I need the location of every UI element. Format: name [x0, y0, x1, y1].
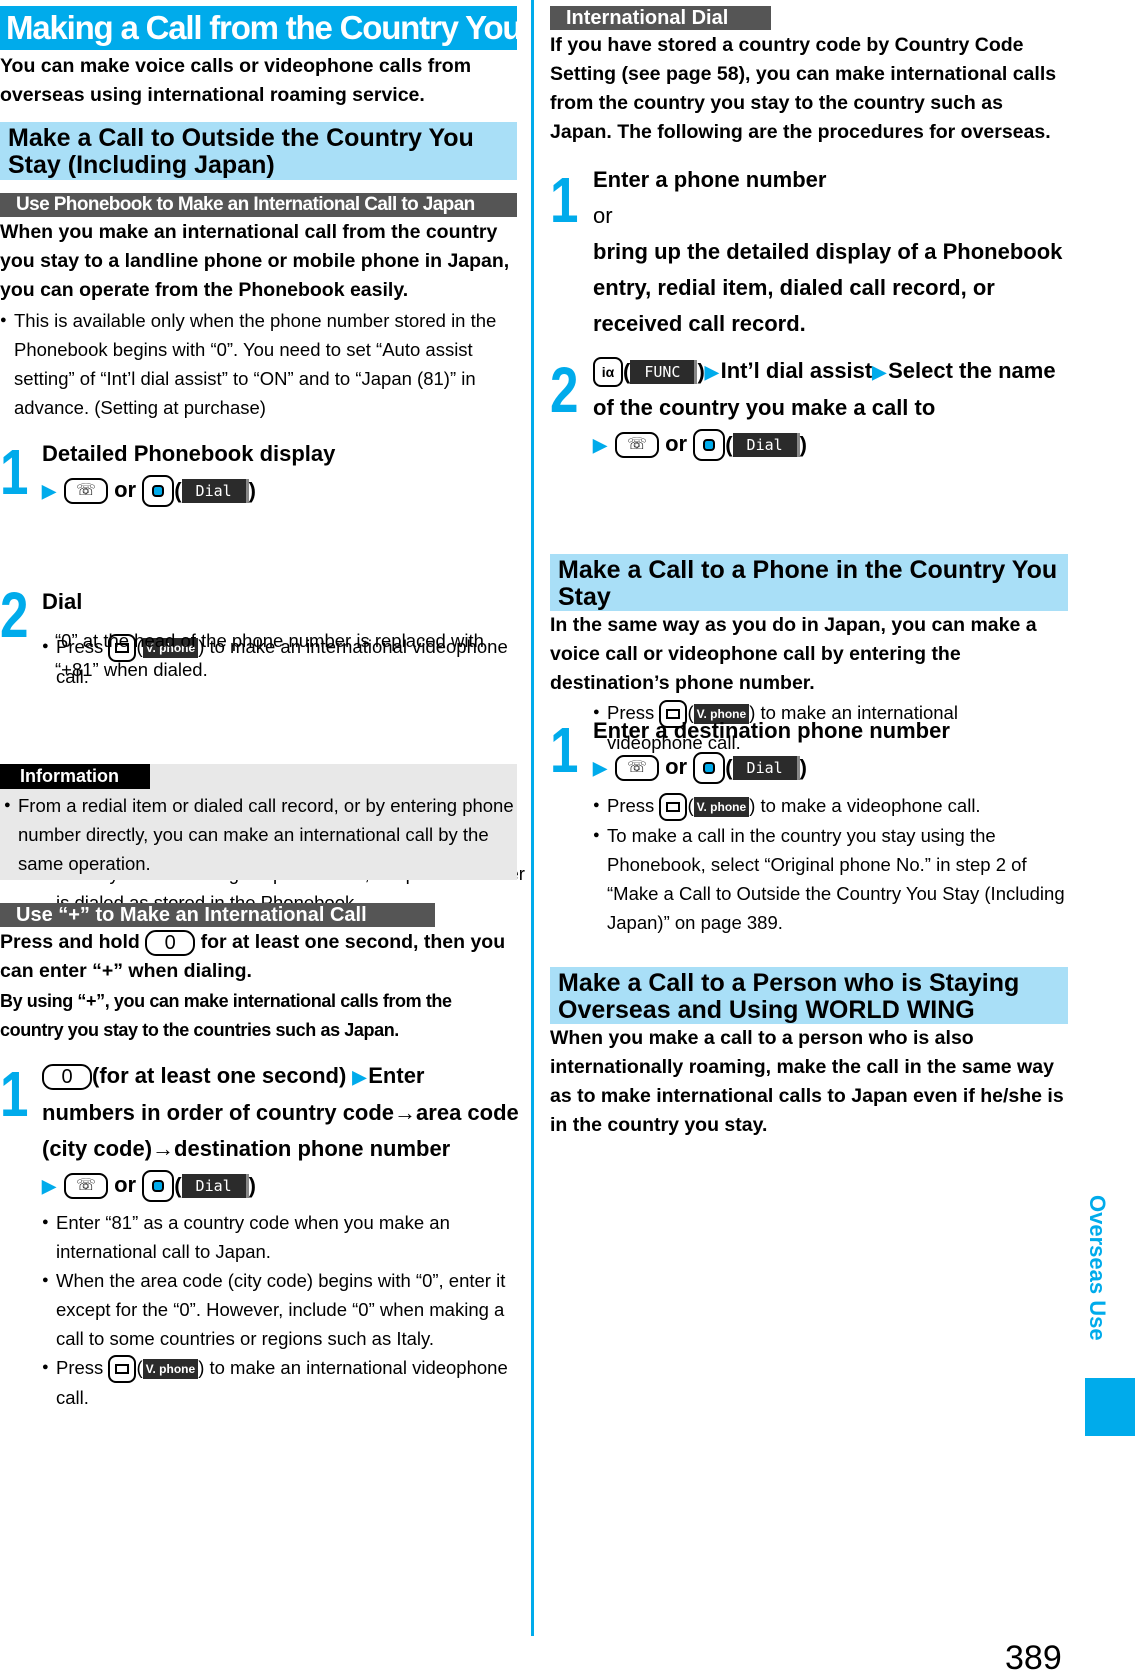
information-bullet: From a redial item or dialed call record… [4, 791, 518, 878]
step-number-1-plus: 1 [0, 1058, 29, 1130]
section-heading-outside-country: Make a Call to Outside the Country You S… [0, 122, 517, 180]
side-tab-marker [1085, 1378, 1135, 1436]
phonebook-lead: When you make an international call from… [0, 221, 510, 301]
subheading-plus: Use “+” to Make an International Call [0, 903, 435, 927]
step2-text: Dial [42, 589, 83, 614]
section-heading-world-wing: Make a Call to a Person who is Staying O… [550, 967, 1068, 1024]
plus-bullet-1: Enter “81” as a country code when you ma… [42, 1208, 517, 1266]
column-divider [531, 0, 534, 1636]
mail-key-icon[interactable] [108, 1355, 137, 1384]
intl-step2: iα(FUNC)▶Int’l dial assist▶Select the na… [593, 353, 1068, 463]
intl-step1: Enter a phone number or bring up the det… [593, 167, 1063, 336]
local-lead: In the same way as you do in Japan, you … [550, 614, 1037, 694]
step-number-2: 2 [0, 579, 29, 651]
step2-body: “0” at the head of the phone number is r… [55, 630, 484, 680]
arrow-icon: ▶ [593, 435, 607, 456]
local-bullet-2: To make a call in the country you stay u… [593, 821, 1068, 937]
information-box: Information From a redial item or dialed… [0, 764, 517, 880]
vphone-softkey[interactable]: V. phone [142, 1359, 199, 1380]
plus-step1-keys: ▶ ☏ or (Dial) [42, 1167, 522, 1204]
section-heading-local: Make a Call to a Phone in the Country Yo… [550, 554, 1068, 611]
plus-bullet-2: When the area code (city code) begins wi… [42, 1266, 517, 1353]
step1-detail: Detailed Phonebook display ▶ ☏ or (Dial) [42, 436, 512, 509]
func-softkey[interactable]: FUNC [630, 360, 698, 385]
arrow-icon: ▶ [352, 1067, 367, 1088]
step1-text: Detailed Phonebook display [42, 441, 336, 466]
dial-softkey[interactable]: Dial [181, 1174, 249, 1199]
dial-softkey[interactable]: Dial [732, 756, 800, 781]
page-title: Making a Call from the Country You Stay [0, 6, 595, 50]
step-number-1-right: 1 [550, 164, 579, 236]
arrow-icon: ▶ [42, 481, 56, 502]
call-key-icon[interactable]: ☏ [63, 1173, 108, 1200]
phonebook-note: This is available only when the phone nu… [0, 306, 519, 422]
call-key-icon[interactable]: ☏ [614, 432, 659, 459]
information-label: Information [0, 764, 150, 789]
call-key-icon[interactable]: ☏ [63, 478, 108, 505]
plus-lead-2: By using “+”, you can make international… [0, 991, 452, 1040]
zero-key-icon[interactable]: 0 [145, 929, 196, 956]
subheading-phonebook: Use Phonebook to Make an International C… [0, 193, 517, 217]
arrow-icon: ▶ [704, 362, 719, 383]
call-key-icon[interactable]: ☏ [614, 755, 659, 782]
step-number-1-local: 1 [550, 714, 579, 786]
local-step1-bullets: Press (V. phone) to make a videophone ca… [593, 791, 1068, 937]
step1-keys: ▶ ☏ or (Dial) [42, 472, 512, 509]
step-number-2-right: 2 [550, 354, 579, 426]
subheading-international-dial: International Dial [550, 6, 771, 30]
local-step1: Enter a destination phone number ▶ ☏ or … [593, 713, 1063, 786]
intro-text: You can make voice calls or videophone c… [0, 55, 472, 106]
center-key-icon[interactable] [142, 475, 175, 508]
i-alpha-key-icon[interactable]: iα [593, 357, 623, 388]
arrow-icon: ▶ [593, 758, 607, 779]
center-key-icon[interactable] [693, 429, 726, 462]
or-text: or [114, 477, 137, 502]
vphone-softkey[interactable]: V. phone [693, 797, 750, 818]
plus-bullet-vphone: Press (V. phone) to make an internationa… [42, 1353, 517, 1412]
center-key-icon[interactable] [142, 1170, 175, 1203]
center-key-icon[interactable] [693, 752, 726, 785]
plus-step1-bullets: Enter “81” as a country code when you ma… [42, 1208, 517, 1412]
step-number-1: 1 [0, 436, 29, 508]
mail-key-icon[interactable] [659, 793, 688, 822]
arrow-icon: ▶ [872, 362, 887, 383]
intl-dial-lead: If you have stored a country code by Cou… [550, 34, 1057, 143]
side-tab-label: Overseas Use [1085, 1195, 1110, 1341]
dial-softkey[interactable]: Dial [732, 433, 800, 458]
arrow-icon: ▶ [42, 1176, 56, 1197]
page-number: 389 [1005, 1639, 1062, 1677]
plus-step1-detail: 0 (for at least one second) ▶Enter number… [42, 1058, 522, 1204]
world-wing-lead: When you make a call to a person who is … [550, 1027, 1064, 1136]
plus-lead: Press and hold 0 for at least one second… [0, 929, 506, 982]
dial-softkey[interactable]: Dial [181, 479, 249, 504]
zero-key-icon[interactable]: 0 [42, 1064, 92, 1091]
local-vphone-bullet: Press (V. phone) to make a videophone ca… [593, 791, 1068, 822]
